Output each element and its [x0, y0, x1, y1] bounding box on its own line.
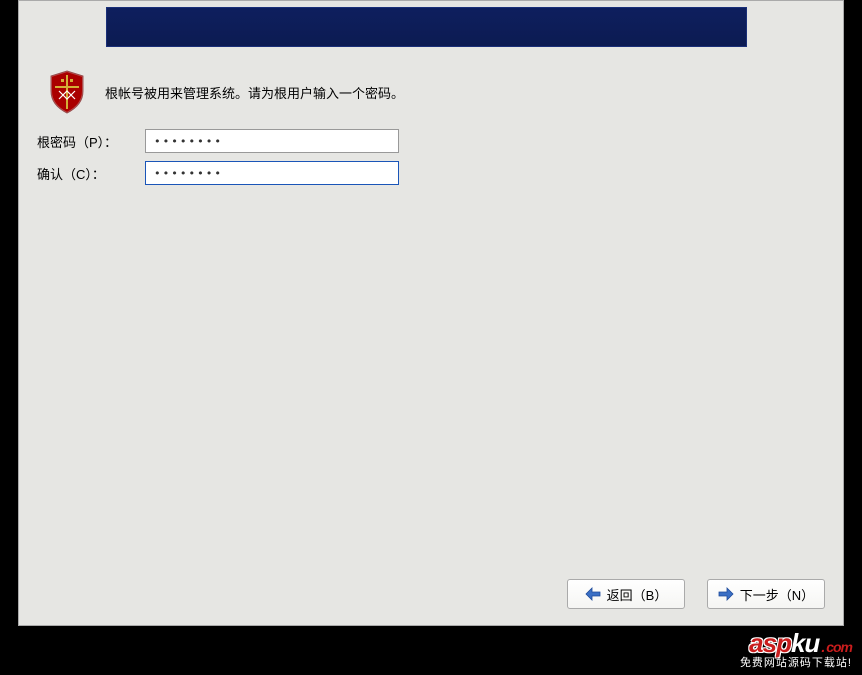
- info-text: 根帐号被用来管理系统。请为根用户输入一个密码。: [105, 83, 404, 102]
- password-row: 根密码（P）：: [37, 129, 399, 153]
- watermark-com: com: [826, 639, 852, 655]
- installer-window: 根帐号被用来管理系统。请为根用户输入一个密码。 根密码（P）： 确认（C）： 返…: [18, 0, 844, 626]
- arrow-left-icon: [585, 587, 601, 601]
- watermark-ku: ku: [791, 628, 819, 658]
- confirm-input[interactable]: [145, 161, 399, 185]
- watermark-subtitle: 免费网站源码下载站!: [740, 658, 852, 669]
- confirm-label: 确认（C）：: [37, 164, 145, 183]
- watermark-logo: aspku.com: [740, 630, 852, 656]
- confirm-row: 确认（C）：: [37, 161, 399, 185]
- back-button[interactable]: 返回（B）: [567, 579, 685, 609]
- password-label: 根密码（P）：: [37, 132, 145, 151]
- shield-icon: [47, 69, 87, 115]
- arrow-right-icon: [718, 587, 734, 601]
- password-form: 根密码（P）： 确认（C）：: [37, 129, 399, 193]
- header-bar: [106, 7, 747, 47]
- watermark-asp: asp: [749, 628, 791, 658]
- watermark-dot: .: [821, 639, 824, 655]
- button-bar: 返回（B） 下一步（N）: [567, 579, 825, 609]
- info-row: 根帐号被用来管理系统。请为根用户输入一个密码。: [47, 69, 404, 115]
- watermark: aspku.com 免费网站源码下载站!: [740, 630, 852, 669]
- next-button-label: 下一步（N）: [740, 585, 814, 604]
- back-button-label: 返回（B）: [607, 585, 668, 604]
- password-input[interactable]: [145, 129, 399, 153]
- next-button[interactable]: 下一步（N）: [707, 579, 825, 609]
